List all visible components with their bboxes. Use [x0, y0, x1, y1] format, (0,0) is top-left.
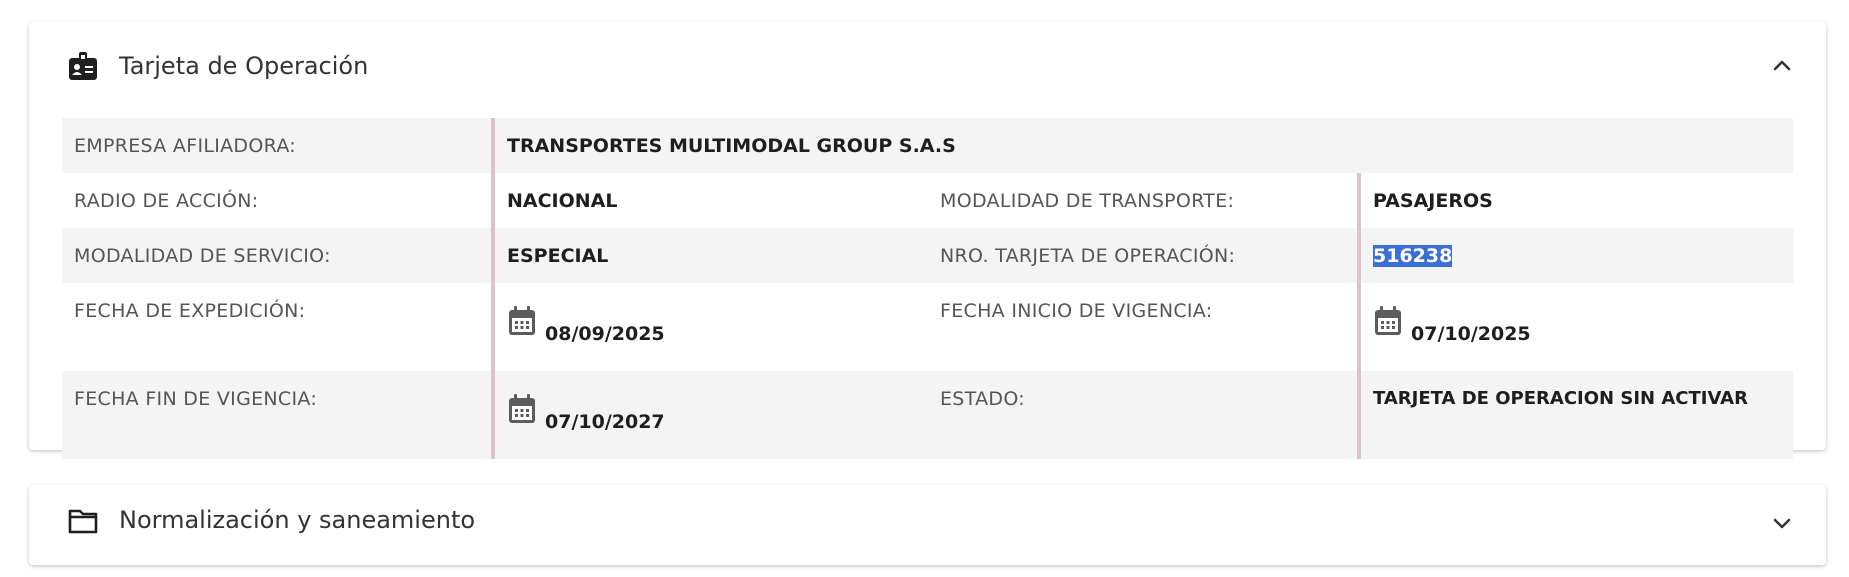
panel-title: Tarjeta de Operación: [119, 52, 369, 80]
normalizacion-panel: Normalización y saneamiento: [29, 485, 1826, 565]
date-text: 07/10/2025: [1411, 322, 1531, 345]
table-row: FECHA FIN DE VIGENCIA: 07/10/2027 ESTADO…: [62, 371, 1794, 459]
panel-title: Normalización y saneamiento: [119, 506, 476, 534]
selected-text: 516238: [1373, 244, 1453, 267]
modalidad-servicio-value: ESPECIAL: [491, 228, 928, 283]
operacion-details-table: EMPRESA AFILIADORA: TRANSPORTES MULTIMOD…: [62, 118, 1794, 459]
radio-accion-label: RADIO DE ACCIÓN:: [74, 189, 259, 212]
chevron-up-icon[interactable]: [1770, 54, 1794, 78]
tarjeta-operacion-header[interactable]: Tarjeta de Operación: [29, 22, 1826, 114]
calendar-icon: [509, 393, 535, 423]
calendar-icon: [1375, 305, 1401, 335]
fecha-expedicion-value: 08/09/2025: [491, 283, 928, 371]
nro-tarjeta-value: 516238: [1356, 228, 1794, 283]
chevron-down-icon[interactable]: [1770, 511, 1794, 535]
estado-value: TARJETA DE OPERACION SIN ACTIVAR: [1356, 371, 1794, 459]
modalidad-transporte-label: MODALIDAD DE TRANSPORTE:: [940, 189, 1235, 212]
nro-tarjeta-label: NRO. TARJETA DE OPERACIÓN:: [928, 228, 1359, 283]
fecha-expedicion-label: FECHA DE EXPEDICIÓN:: [74, 300, 306, 322]
fecha-fin-vigencia-label: FECHA FIN DE VIGENCIA:: [62, 371, 493, 459]
id-badge-icon: [69, 52, 97, 80]
calendar-icon: [509, 305, 535, 335]
date-text: 08/09/2025: [545, 322, 665, 345]
date-text: 07/10/2027: [545, 410, 665, 433]
normalizacion-header[interactable]: Normalización y saneamiento: [29, 485, 1826, 577]
table-row: MODALIDAD DE SERVICIO: ESPECIAL NRO. TAR…: [62, 228, 1794, 283]
modalidad-servicio-label: MODALIDAD DE SERVICIO:: [62, 228, 493, 283]
empresa-afiliadora-label: EMPRESA AFILIADORA:: [62, 118, 493, 173]
fecha-inicio-vigencia-label: FECHA INICIO DE VIGENCIA:: [940, 300, 1213, 322]
empresa-afiliadora-value: TRANSPORTES MULTIMODAL GROUP S.A.S: [490, 118, 1794, 173]
table-row: EMPRESA AFILIADORA: TRANSPORTES MULTIMOD…: [62, 118, 1794, 173]
folder-icon: [68, 509, 98, 534]
modalidad-transporte-value: PASAJEROS: [1356, 173, 1794, 228]
table-row: RADIO DE ACCIÓN: NACIONAL MODALIDAD DE T…: [62, 173, 1794, 228]
estado-label: ESTADO:: [928, 371, 1359, 459]
fecha-fin-vigencia-value: 07/10/2027: [491, 371, 928, 459]
table-row: FECHA DE EXPEDICIÓN: 08/09/2025 FECHA IN…: [62, 283, 1794, 371]
fecha-inicio-vigencia-value: 07/10/2025: [1356, 283, 1794, 371]
radio-accion-value: NACIONAL: [491, 173, 928, 228]
tarjeta-operacion-panel: Tarjeta de Operación EMPRESA AFILIADORA:…: [29, 22, 1826, 459]
